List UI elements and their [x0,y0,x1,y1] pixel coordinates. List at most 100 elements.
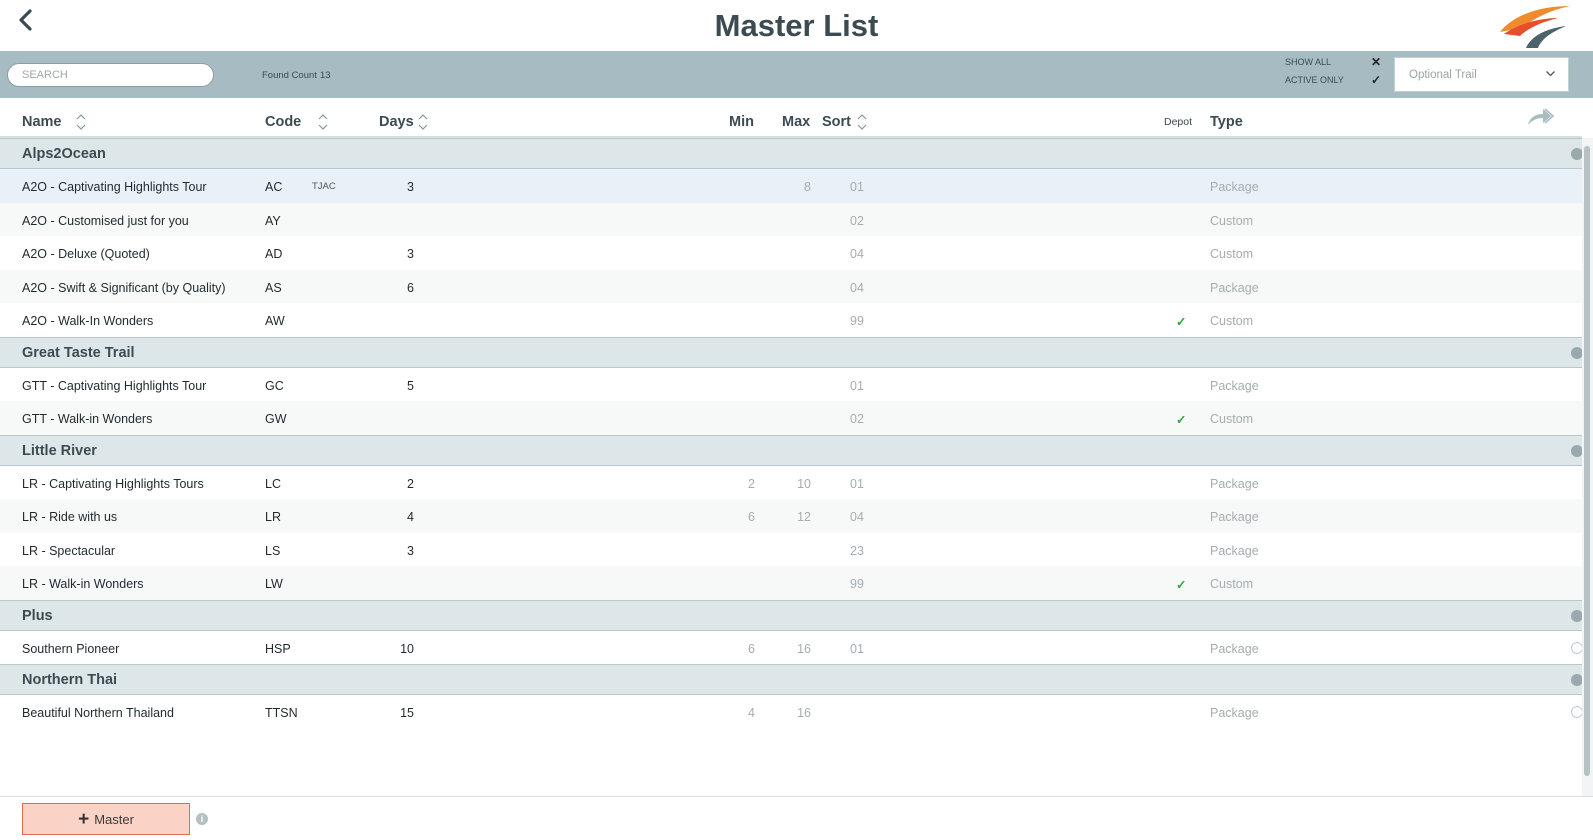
add-master-button[interactable]: + Master [22,803,190,835]
cell-name: LR - Spectacular [22,543,116,558]
info-icon[interactable]: i [196,813,208,825]
cell-days: 15 [400,706,414,720]
page-title: Master List [714,8,879,43]
filter-toolbar: Found Count13 SHOW ALL ✕ ACTIVE ONLY ✓ O… [0,51,1593,98]
cell-code: LW [265,577,283,591]
cell-days: 3 [407,180,414,194]
cell-max: 16 [797,641,811,656]
cell-tag: TJAC [312,181,336,192]
group-name: Plus [22,607,53,624]
sort-name-icon[interactable] [75,111,87,133]
group-header: Plus [0,599,1582,631]
show-all-toggle[interactable]: ✕ [1371,55,1381,69]
table-row[interactable]: GTT - Captivating Highlights Tour GC 5 01 Pa… [0,368,1582,402]
sort-sort-icon[interactable] [856,111,868,133]
cell-name: GTT - Captivating Highlights Tour [22,378,207,393]
cell-depot: ✓ [1176,578,1187,592]
cell-days: 6 [407,280,414,295]
scrollbar[interactable] [1582,138,1593,796]
cell-name: A2O - Customised just for you [22,213,189,228]
found-count-value: 13 [319,70,331,81]
cell-min: 4 [748,706,755,720]
cell-sort: 04 [850,510,864,524]
col-header-name[interactable]: Name [22,114,62,130]
group-header: Northern Thai [0,664,1582,695]
cell-sort: 01 [850,476,864,491]
cell-max: 12 [797,510,811,524]
cell-name: LR - Ride with us [22,510,118,524]
cell-max: 10 [797,476,811,491]
cell-name: A2O - Walk-In Wonders [22,314,154,328]
col-header-code[interactable]: Code [265,114,301,130]
cell-code: AY [265,213,281,228]
col-header-sort[interactable]: Sort [822,114,851,130]
col-header-days[interactable]: Days [379,114,414,130]
cell-type: Package [1210,510,1259,524]
table-row[interactable]: Southern Pioneer HSP 10 6 16 01 Package [0,631,1582,665]
row-remove-icon[interactable] [1571,706,1582,718]
table-row[interactable]: LR - Walk-in Wonders LW 99 ✓ Custom [0,566,1582,600]
table-row[interactable]: LR - Spectacular LS 3 23 Package [0,533,1582,567]
table-row[interactable]: A2O - Swift & Significant (by Quality) AS… [0,269,1582,303]
cell-min: 6 [748,510,755,524]
table-row[interactable]: A2O - Customised just for you AY 02 Custom [0,202,1582,236]
cell-name: GTT - Walk-in Wonders [22,412,153,426]
col-header-max: Max [782,114,811,130]
table-row[interactable]: Beautiful Northern Thailand TTSN 15 4 16 Pack… [0,695,1582,729]
plus-icon: + [78,808,90,830]
group-info-icon[interactable] [1571,674,1582,686]
table-row[interactable]: A2O - Deluxe (Quoted) AD 3 04 Custom [0,236,1582,270]
group-info-icon[interactable] [1571,444,1582,457]
active-only-toggle[interactable]: ✓ [1371,73,1381,87]
table-row[interactable]: A2O - Captivating Highlights Tour AC TJAC 3… [0,169,1582,203]
cell-code: LS [265,543,281,558]
group-header: Little River [0,434,1582,466]
cell-min: 2 [748,476,755,491]
table-row[interactable]: LR - Ride with us LR 4 6 12 04 Package [0,499,1582,533]
cell-days: 5 [407,378,414,393]
cell-max: 16 [797,706,811,720]
chevron-down-icon [1545,68,1556,82]
forward-all-icon [1528,108,1555,125]
cell-name: Southern Pioneer [22,641,120,656]
found-count-label: Found Count [262,70,317,81]
cell-depot: ✓ [1176,315,1187,329]
table-row[interactable]: A2O - Walk-In Wonders AW 99 ✓ Custom [0,303,1582,337]
cell-type: Custom [1210,314,1254,328]
search-input[interactable] [7,63,214,87]
cell-code: AS [265,280,282,295]
cell-days: 3 [407,543,414,558]
cell-name: A2O - Deluxe (Quoted) [22,247,150,261]
master-list: Alps2Ocean A2O - Captivating Highlights T… [0,138,1582,796]
row-remove-icon[interactable] [1571,641,1582,654]
cell-sort: 01 [850,378,864,393]
cell-type: Package [1210,476,1259,491]
col-header-depot: Depot [1164,116,1193,128]
cell-code: AC [265,180,283,194]
table-row[interactable]: GTT - Walk-in Wonders GW 02 ✓ Custom [0,401,1582,435]
footer-bar: + Master i [0,796,1593,840]
sort-days-icon[interactable] [417,111,429,133]
cell-code: TTSN [265,706,298,720]
cell-name: A2O - Captivating Highlights Tour [22,180,207,194]
sort-code-icon[interactable] [317,111,329,133]
cell-min: 6 [748,641,755,656]
scrollbar-thumb[interactable] [1584,146,1590,776]
group-info-icon[interactable] [1571,346,1582,359]
group-info-icon[interactable] [1571,148,1582,160]
cell-sort: 02 [850,213,864,228]
column-header-row: Name Code Days Min Max Sort Depot Type [0,98,1582,138]
cell-type: Custom [1210,412,1254,426]
col-header-min: Min [729,114,754,130]
group-name: Northern Thai [22,672,118,688]
table-row[interactable]: LR - Captivating Highlights Tours LC 2 2 10 0… [0,466,1582,500]
cell-code: LR [265,510,281,524]
cell-type: Package [1210,706,1259,720]
group-name: Great Taste Trail [22,344,135,361]
cell-depot: ✓ [1176,413,1187,427]
group-info-icon[interactable] [1571,609,1582,622]
cell-sort: 04 [850,247,864,261]
forward-all-button[interactable] [1526,107,1555,129]
cell-name: LR - Captivating Highlights Tours [22,476,204,491]
optional-trail-select[interactable]: Optional Trail [1394,57,1569,92]
